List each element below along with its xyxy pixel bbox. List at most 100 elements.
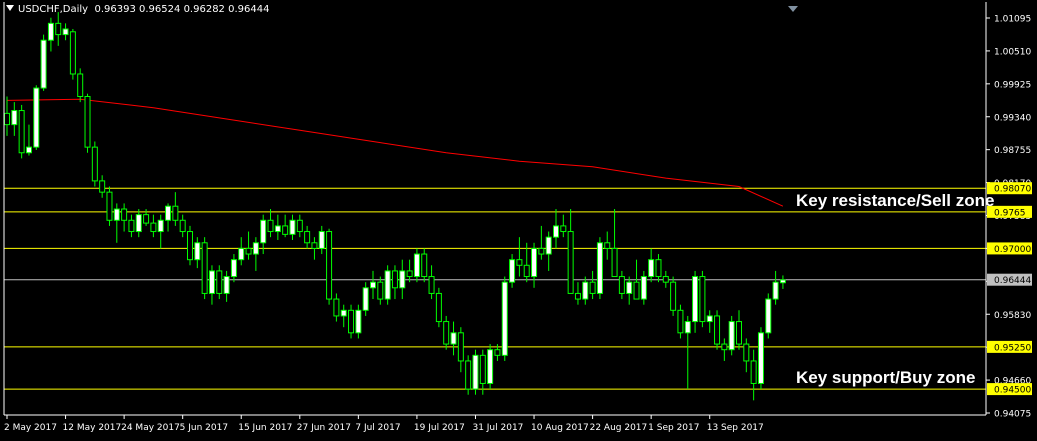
candle-body bbox=[84, 95, 91, 148]
candle-body bbox=[779, 279, 786, 284]
x-tick-label: 2 May 2017 bbox=[4, 423, 57, 433]
candle-body bbox=[340, 309, 347, 317]
candle-body bbox=[216, 270, 223, 294]
candle-body bbox=[282, 225, 289, 235]
candle-body bbox=[384, 270, 391, 300]
candle-body bbox=[348, 309, 355, 334]
level-price-label: 0.9765 bbox=[994, 208, 1026, 218]
x-tick-label: 31 Jul 2017 bbox=[472, 423, 523, 433]
candle-body bbox=[626, 281, 633, 294]
y-tick-label: 0.99925 bbox=[994, 80, 1031, 90]
candle-body bbox=[318, 231, 325, 249]
x-tick-label: 22 Aug 2017 bbox=[590, 423, 648, 433]
candle-body bbox=[611, 247, 618, 278]
candle-body bbox=[143, 214, 150, 224]
candle-body bbox=[252, 242, 259, 255]
candle-body bbox=[743, 343, 750, 362]
level-price-label: 0.97000 bbox=[994, 245, 1031, 255]
x-tick-label: 7 Jul 2017 bbox=[355, 423, 400, 433]
candle-body bbox=[245, 247, 252, 255]
candle-body bbox=[47, 22, 54, 41]
ohlc-high: 0.96524 bbox=[139, 4, 181, 15]
x-tick-label: 1 Sep 2017 bbox=[648, 423, 699, 433]
candle-body bbox=[208, 270, 215, 294]
candle-body bbox=[574, 292, 581, 300]
candle-body bbox=[77, 73, 84, 97]
candle-body bbox=[670, 281, 677, 311]
candle-body bbox=[640, 276, 647, 300]
x-tick-label: 19 Jul 2017 bbox=[414, 423, 465, 433]
candle-body bbox=[662, 276, 669, 283]
candle-body bbox=[648, 259, 655, 278]
level-price-label: 0.94500 bbox=[994, 386, 1031, 396]
candle-body bbox=[538, 247, 545, 255]
y-tick-label: 0.99340 bbox=[994, 113, 1031, 123]
candle-body bbox=[333, 298, 340, 317]
x-tick-label: 10 Aug 2017 bbox=[531, 423, 589, 433]
ohlc-open: 0.96393 bbox=[94, 4, 136, 15]
level-price-label: 0.98070 bbox=[994, 185, 1031, 195]
candle-body bbox=[677, 309, 684, 334]
candle-body bbox=[450, 332, 457, 345]
candle-body bbox=[230, 259, 237, 278]
chart-header: USDCHF,Daily 0.96393 0.96524 0.96282 0.9… bbox=[6, 4, 269, 15]
x-tick-label: 12 May 2017 bbox=[63, 423, 122, 433]
candle-body bbox=[165, 205, 172, 221]
candle-body bbox=[238, 247, 245, 261]
candle-body bbox=[33, 87, 40, 148]
candle-body bbox=[69, 31, 76, 75]
candle-body bbox=[589, 281, 596, 294]
support-annotation: Key support/Buy zone bbox=[796, 368, 976, 387]
dropdown-icon[interactable] bbox=[6, 5, 14, 11]
candle-body bbox=[714, 315, 721, 345]
ohlc-low: 0.96282 bbox=[183, 4, 225, 15]
candle-body bbox=[311, 242, 318, 249]
candle-body bbox=[479, 354, 486, 384]
candle-body bbox=[523, 264, 530, 278]
candle-body bbox=[435, 292, 442, 323]
candle-body bbox=[765, 298, 772, 334]
candle-body bbox=[699, 276, 706, 323]
candle-body bbox=[553, 225, 559, 238]
candle-body bbox=[121, 208, 128, 221]
candle-body bbox=[370, 281, 376, 289]
candle-body bbox=[721, 343, 728, 351]
candle-body bbox=[750, 360, 757, 384]
y-tick-label: 0.98755 bbox=[994, 146, 1031, 156]
candle-body bbox=[18, 110, 25, 154]
symbol-timeframe: USDCHF,Daily bbox=[18, 4, 89, 15]
ohlc-close: 0.96444 bbox=[228, 4, 270, 15]
candle-body bbox=[772, 281, 779, 300]
candle-body bbox=[113, 208, 120, 221]
candle-body bbox=[4, 112, 10, 126]
x-tick-label: 24 May 2017 bbox=[121, 423, 180, 433]
candle-body bbox=[106, 191, 113, 221]
candle-body bbox=[531, 247, 538, 278]
candle-body bbox=[223, 276, 230, 294]
resistance-annotation: Key resistance/Sell zone bbox=[796, 191, 995, 210]
candle-body bbox=[457, 332, 464, 362]
candle-body bbox=[465, 360, 472, 390]
candle-body bbox=[684, 321, 691, 334]
current-price-label: 0.96444 bbox=[994, 276, 1031, 286]
candle-body bbox=[260, 219, 267, 244]
candle-body bbox=[362, 287, 369, 311]
candle-body bbox=[487, 349, 494, 384]
candle-body bbox=[274, 225, 281, 233]
y-tick-label: 1.01095 bbox=[994, 15, 1031, 25]
candle-body bbox=[304, 231, 311, 244]
candle-body bbox=[443, 321, 450, 345]
candle-body bbox=[618, 276, 625, 294]
candle-body bbox=[25, 146, 32, 154]
level-price-label: 0.95250 bbox=[994, 343, 1031, 353]
candle-body bbox=[406, 270, 413, 278]
candle-body bbox=[187, 231, 193, 261]
candle-body bbox=[596, 242, 603, 294]
candle-body bbox=[706, 315, 713, 323]
candle-body bbox=[582, 281, 589, 300]
candle-body bbox=[201, 242, 208, 294]
candle-body bbox=[428, 276, 435, 294]
candle-body bbox=[40, 39, 47, 89]
candle-body bbox=[99, 180, 106, 193]
candle-body bbox=[545, 236, 552, 255]
